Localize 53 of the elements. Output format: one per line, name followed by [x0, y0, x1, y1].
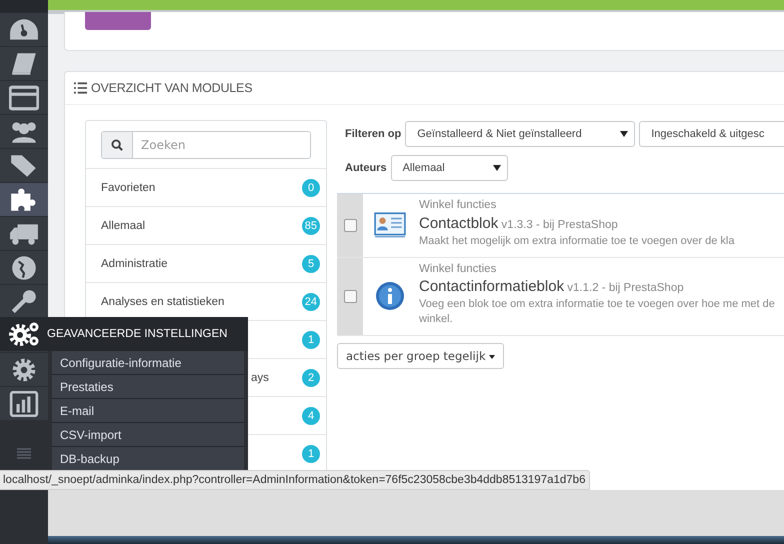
menu-title: GEAVANCEERDE INSTELLINGEN	[47, 328, 228, 340]
status-url: localhost/_snoept/adminka/index.php?controller=AdminInformation&token=76f5c23058cbe3b4ddb8513197a1d7b6	[0, 470, 590, 490]
module-name: Contactinformatieblok	[419, 278, 564, 296]
count-badge: 1	[302, 444, 320, 462]
search-field[interactable]: Zoeken	[101, 130, 311, 158]
caret-icon	[489, 354, 496, 359]
gears-icon	[9, 320, 41, 348]
authors-dropdown[interactable]: Allemaal	[390, 155, 508, 181]
status-dropdown[interactable]: Geïnstalleerd & Niet geïnstalleerd	[405, 121, 636, 147]
submenu-item[interactable]: CSV-import	[52, 423, 244, 447]
count-badge: 4	[302, 406, 320, 424]
globe-icon	[9, 254, 39, 280]
submenu-item[interactable]: Prestaties	[52, 375, 244, 399]
module-version: v1.1.2 - bij PrestaShop	[567, 282, 684, 294]
wrench-icon	[9, 288, 39, 314]
checkbox[interactable]	[344, 218, 356, 232]
module-version: v1.3.3 - bij PrestaShop	[501, 218, 618, 231]
sidebar-header	[0, 0, 48, 12]
dashboard-icon	[9, 16, 39, 42]
info-icon	[374, 281, 406, 312]
module-description: Maakt het mogelijk om extra informatie toe te voegen over de kla	[419, 234, 736, 249]
category-item[interactable]: Favorieten 0	[86, 169, 326, 207]
checkbox[interactable]	[344, 290, 356, 303]
count-badge: 2	[302, 368, 320, 386]
contact-card-icon	[374, 210, 406, 240]
panel-title: OVERZICHT VAN MODULES	[91, 81, 252, 95]
count-badge: 24	[302, 292, 320, 310]
sidebar-item[interactable]	[0, 182, 48, 216]
submenu-item[interactable]: E-mail	[52, 399, 244, 423]
count-badge: 5	[302, 254, 320, 272]
submenu-item[interactable]: Configuratie-informatie	[52, 351, 244, 375]
state-dropdown[interactable]: Ingeschakeld & uitgesc	[639, 121, 784, 147]
module-category: Winkel functies	[419, 262, 498, 277]
module-category: Winkel functies	[419, 198, 498, 213]
count-badge: 85	[302, 216, 320, 234]
filter-label: Filteren op	[345, 128, 402, 140]
list-icon	[74, 82, 87, 94]
module-description: Voeg een blok toe om extra informatie toe te voegen over hoe me met de winkel.	[419, 297, 776, 328]
bulk-actions-button[interactable]: acties per groep tegelijk	[337, 343, 504, 370]
count-badge: 0	[302, 178, 320, 196]
filter-label: Auteurs	[345, 162, 387, 174]
submenu-item[interactable]: DB-backup	[52, 447, 244, 471]
count-badge: 1	[302, 330, 320, 348]
search-icon	[111, 138, 123, 150]
bar-chart-icon	[9, 390, 39, 416]
credit-card-icon	[9, 84, 39, 110]
module-name: Contactblok	[419, 214, 498, 232]
category-item[interactable]: Allemaal 85	[86, 207, 326, 245]
caret-icon	[620, 131, 628, 137]
settings-menu[interactable]: GEAVANCEERDE INSTELLINGEN	[0, 317, 248, 351]
category-item[interactable]: Administratie 5	[86, 245, 326, 283]
caret-icon	[492, 165, 501, 171]
logo-picture	[85, 12, 151, 30]
